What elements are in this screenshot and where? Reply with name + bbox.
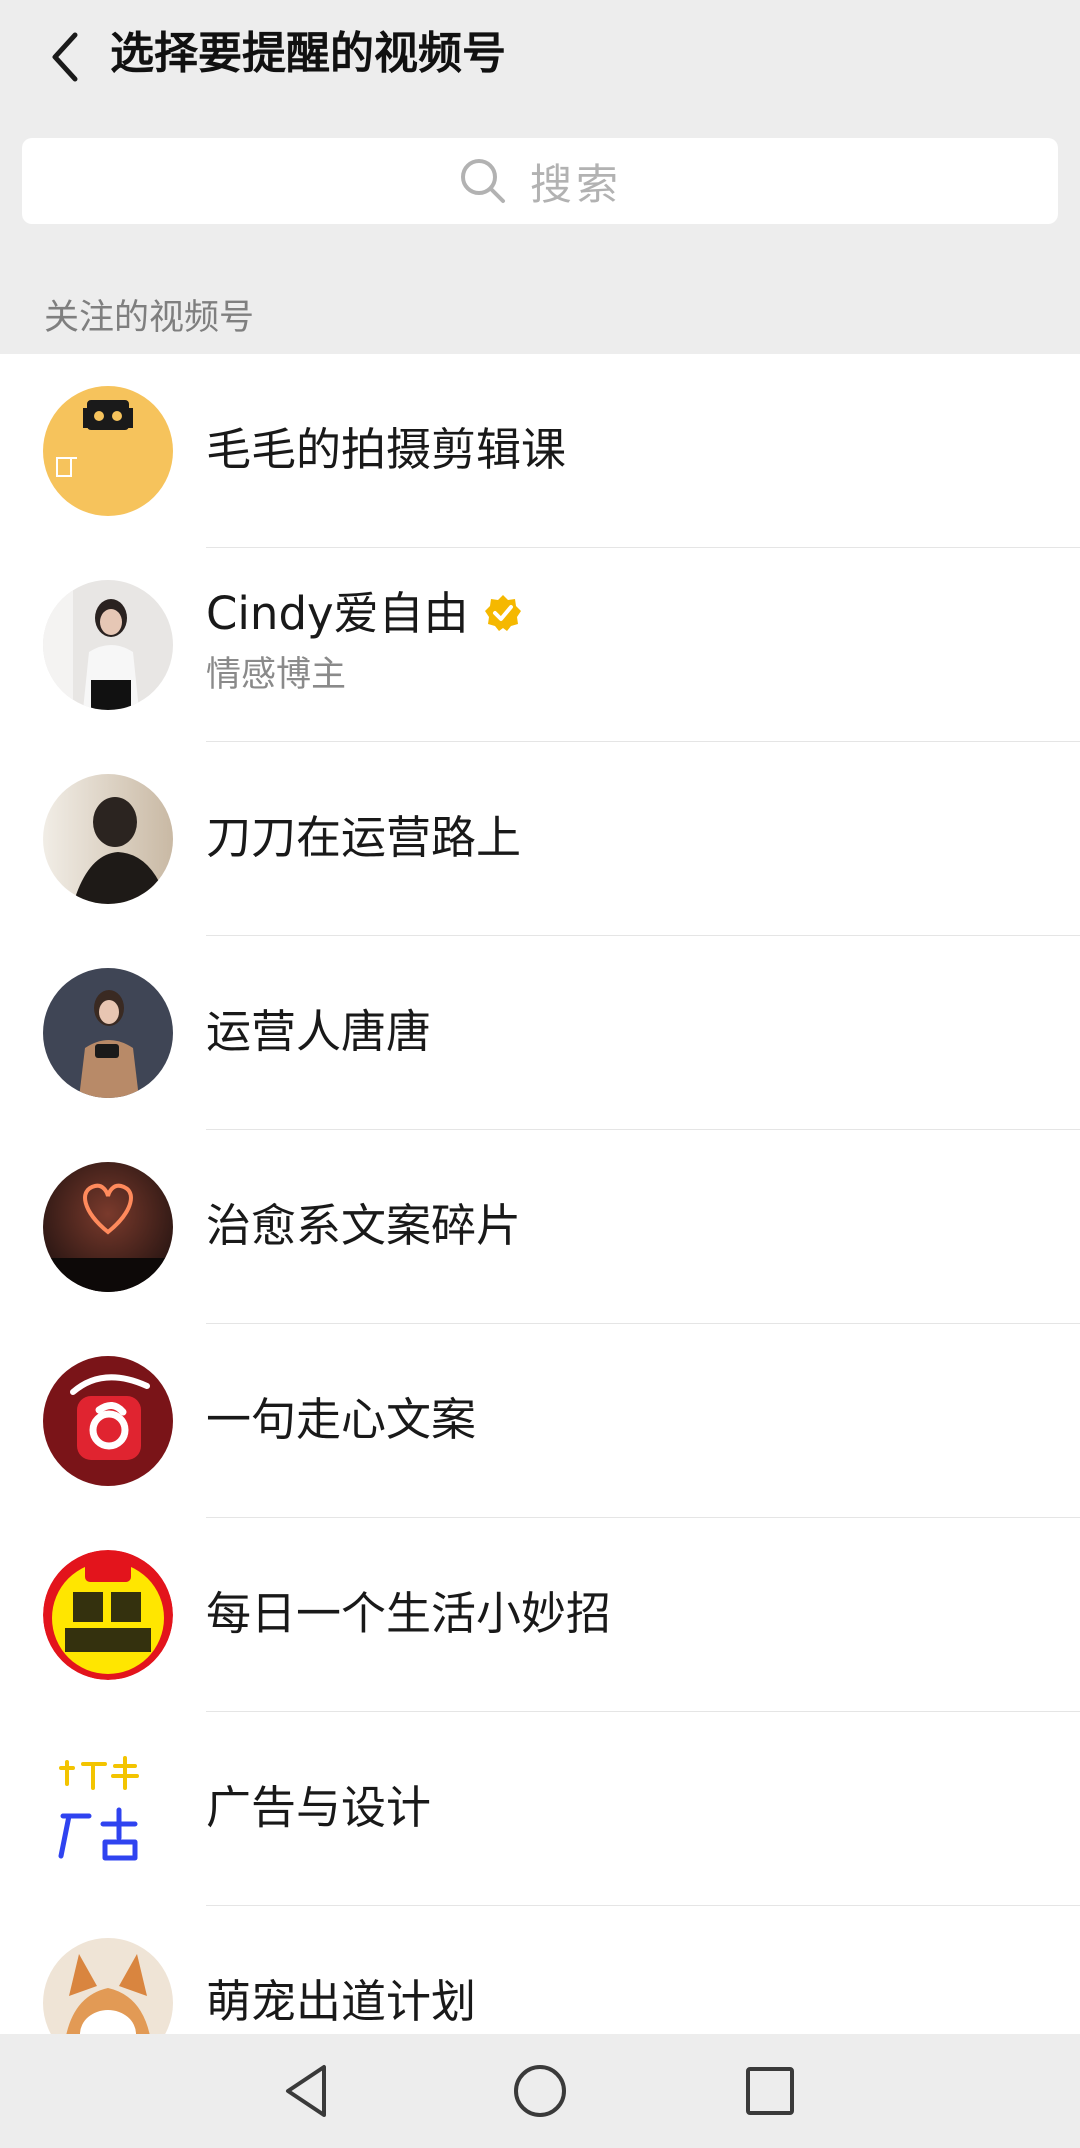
- account-name: Cindy爱自由: [206, 582, 523, 646]
- page-title: 选择要提醒的视频号: [110, 28, 506, 79]
- avatar: [43, 968, 173, 1098]
- account-name: 一句走心文案: [206, 1393, 477, 1446]
- avatar: [43, 386, 173, 516]
- account-subtitle: 情感博主: [206, 655, 347, 695]
- top-bar: 选择要提醒的视频号: [0, 0, 1080, 116]
- search-placeholder: 搜索: [529, 159, 622, 209]
- system-nav-bar: [0, 2034, 1080, 2148]
- list-item[interactable]: 治愈系文案碎片: [0, 1130, 1080, 1324]
- avatar: [43, 1744, 173, 1874]
- avatar: [43, 1550, 173, 1680]
- back-button[interactable]: [30, 22, 100, 92]
- account-name: 广告与设计: [206, 1781, 432, 1834]
- avatar: [43, 1356, 173, 1486]
- account-name: 毛毛的拍摄剪辑课: [206, 423, 567, 476]
- circle-home-icon: [514, 2065, 566, 2117]
- account-name: 每日一个生活小妙招: [206, 1587, 612, 1640]
- account-name: 运营人唐唐: [206, 1005, 432, 1058]
- system-back-button[interactable]: [268, 2056, 348, 2126]
- screen: 选择要提醒的视频号 搜索 关注的视频号 毛毛的拍摄剪辑课 Cindy爱自由 情感…: [0, 0, 1080, 2148]
- system-recents-button[interactable]: [730, 2056, 810, 2126]
- chevron-left-icon: [52, 32, 78, 82]
- avatar: [43, 774, 173, 904]
- triangle-back-icon: [286, 2065, 326, 2117]
- search-icon: [458, 156, 508, 206]
- list-item[interactable]: 毛毛的拍摄剪辑课: [0, 354, 1080, 548]
- list-item[interactable]: 一句走心文案: [0, 1324, 1080, 1518]
- list-item[interactable]: 运营人唐唐: [0, 936, 1080, 1130]
- account-name: 刀刀在运营路上: [206, 811, 522, 864]
- account-list: 毛毛的拍摄剪辑课 Cindy爱自由 情感博主 刀刀在运营路上 运营人唐唐 治愈系…: [0, 354, 1080, 2034]
- list-item[interactable]: 萌宠出道计划: [0, 1906, 1080, 2034]
- avatar: [43, 1162, 173, 1292]
- account-name: 萌宠出道计划: [206, 1975, 477, 2028]
- verified-badge-icon: [484, 595, 521, 631]
- section-title: 关注的视频号: [44, 298, 255, 338]
- account-name: 治愈系文案碎片: [206, 1199, 522, 1252]
- avatar: [43, 1938, 173, 2034]
- list-item[interactable]: 每日一个生活小妙招: [0, 1518, 1080, 1712]
- search-input[interactable]: 搜索: [22, 138, 1058, 224]
- list-item[interactable]: 广告与设计: [0, 1712, 1080, 1906]
- system-home-button[interactable]: [500, 2056, 580, 2126]
- square-recents-icon: [746, 2067, 794, 2115]
- list-item[interactable]: Cindy爱自由 情感博主: [0, 548, 1080, 742]
- list-item[interactable]: 刀刀在运营路上: [0, 742, 1080, 936]
- avatar: [43, 580, 173, 710]
